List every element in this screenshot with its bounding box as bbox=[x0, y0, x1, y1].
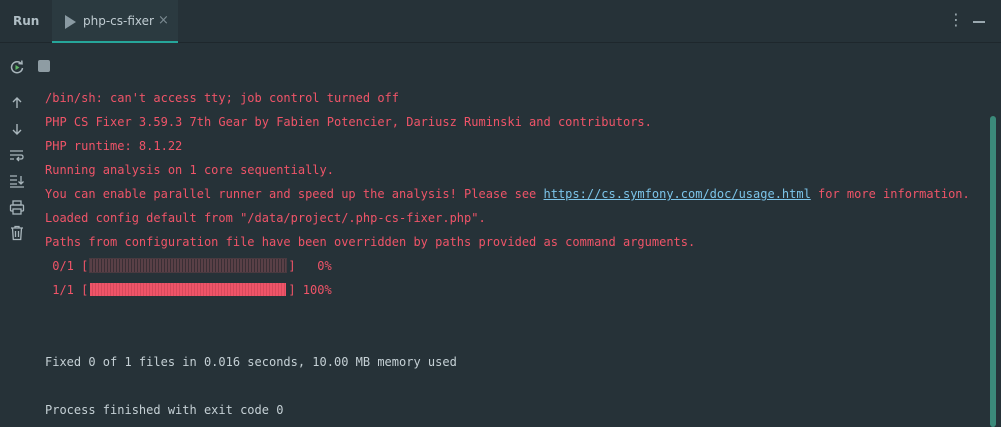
console-line: Running analysis on 1 core sequentially. bbox=[45, 163, 334, 177]
run-config-icon bbox=[65, 15, 76, 29]
scroll-down-icon[interactable] bbox=[8, 120, 26, 138]
console-line: PHP CS Fixer 3.59.3 7th Gear by Fabien P… bbox=[45, 115, 652, 129]
tab-php-cs-fixer[interactable]: php-cs-fixer × bbox=[52, 0, 178, 43]
summary-line: Fixed 0 of 1 files in 0.016 seconds, 10.… bbox=[45, 355, 457, 369]
progress-percent: ] 0% bbox=[288, 259, 332, 273]
progress-count: 0/1 [ bbox=[45, 259, 89, 273]
stop-icon[interactable] bbox=[38, 60, 50, 72]
close-tab-icon[interactable]: × bbox=[158, 13, 169, 28]
clear-icon[interactable] bbox=[8, 224, 26, 242]
vertical-scrollbar[interactable] bbox=[990, 116, 996, 427]
print-icon[interactable] bbox=[8, 198, 26, 216]
progress-count: 1/1 [ bbox=[45, 283, 89, 297]
tab-label: php-cs-fixer bbox=[83, 14, 154, 28]
tool-window-header: Run php-cs-fixer × ⋮ bbox=[0, 0, 1001, 43]
console-text: for more information. bbox=[810, 187, 970, 201]
exit-code-line: Process finished with exit code 0 bbox=[45, 403, 284, 417]
console-line: You can enable parallel runner and speed… bbox=[45, 186, 970, 202]
progress-line: 0/1 [ ] 0% bbox=[45, 258, 332, 274]
run-tool-window-title: Run bbox=[13, 14, 40, 28]
console-line: PHP runtime: 8.1.22 bbox=[45, 139, 183, 153]
console-text: You can enable parallel runner and speed… bbox=[45, 187, 544, 201]
scroll-to-end-icon[interactable] bbox=[8, 172, 26, 190]
more-options-icon[interactable]: ⋮ bbox=[948, 12, 964, 28]
progress-line: 1/1 [ ] 100% bbox=[45, 282, 332, 298]
console-line: Paths from configuration file have been … bbox=[45, 235, 696, 249]
minimize-icon[interactable] bbox=[973, 21, 985, 23]
scroll-up-icon[interactable] bbox=[8, 94, 26, 112]
console-line: /bin/sh: can't access tty; job control t… bbox=[45, 91, 400, 105]
progress-bar bbox=[90, 283, 287, 296]
console-line: Loaded config default from "/data/projec… bbox=[45, 211, 486, 225]
console-toolbar bbox=[0, 44, 34, 427]
progress-percent: ] 100% bbox=[288, 283, 332, 297]
soft-wrap-icon[interactable] bbox=[8, 146, 26, 164]
rerun-icon[interactable] bbox=[8, 58, 26, 76]
progress-bar bbox=[89, 258, 288, 273]
usage-docs-link[interactable]: https://cs.symfony.com/doc/usage.html bbox=[544, 187, 811, 201]
